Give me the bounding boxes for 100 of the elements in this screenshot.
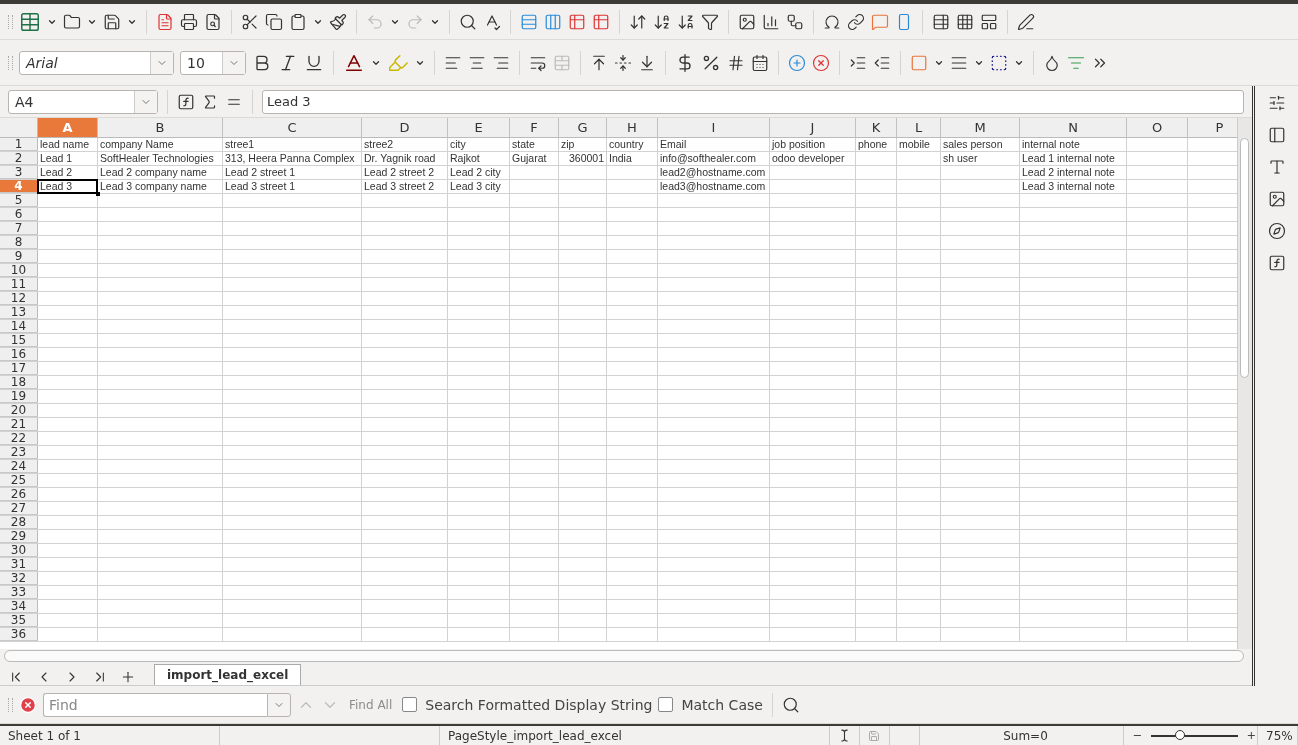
row-header[interactable]: 32 — [0, 572, 38, 585]
row-header[interactable]: 34 — [0, 600, 38, 613]
row-header[interactable]: 36 — [0, 628, 38, 641]
sort-descending-icon[interactable] — [677, 12, 695, 31]
align-top-icon[interactable] — [590, 53, 608, 72]
row-header[interactable]: 10 — [0, 264, 38, 277]
column-header[interactable]: H — [607, 118, 658, 138]
gallery-icon[interactable] — [1267, 190, 1286, 208]
row-header[interactable]: 13 — [0, 306, 38, 319]
row-header[interactable]: 29 — [0, 530, 38, 543]
search-icon[interactable] — [459, 12, 477, 31]
row-header[interactable]: 26 — [0, 488, 38, 501]
text-style-icon[interactable] — [1267, 158, 1286, 176]
row-header[interactable]: 35 — [0, 614, 38, 627]
row-header[interactable]: 25 — [0, 474, 38, 487]
align-bottom-icon[interactable] — [638, 53, 656, 72]
table-cell[interactable]: Lead 2 street 2 — [362, 166, 447, 179]
row-header[interactable]: 3 — [0, 166, 38, 179]
save-icon[interactable] — [103, 12, 121, 31]
column-header[interactable]: P — [1188, 118, 1237, 138]
table-cell[interactable]: mobile — [897, 138, 940, 151]
row-header[interactable]: 23 — [0, 446, 38, 459]
cut-icon[interactable] — [241, 12, 259, 31]
row-header[interactable]: 9 — [0, 250, 38, 263]
row-header[interactable]: 18 — [0, 376, 38, 389]
image-icon[interactable] — [738, 12, 756, 31]
link-icon[interactable] — [847, 12, 865, 31]
column-header[interactable]: D — [362, 118, 448, 138]
table-cell[interactable]: Lead 3 street 1 — [223, 180, 361, 193]
column-header[interactable]: K — [856, 118, 897, 138]
copy-icon[interactable] — [265, 12, 283, 31]
row-header[interactable]: 28 — [0, 516, 38, 529]
name-box-field[interactable]: A4 — [8, 89, 158, 114]
row-header[interactable]: 5 — [0, 194, 38, 207]
zoom-in-icon[interactable] — [1246, 730, 1257, 741]
filter-icon[interactable] — [701, 12, 719, 31]
fill-handle[interactable] — [96, 192, 100, 196]
column-header[interactable]: I — [658, 118, 770, 138]
column-header[interactable]: J — [770, 118, 856, 138]
row-header[interactable]: 16 — [0, 348, 38, 361]
column-header[interactable]: M — [941, 118, 1020, 138]
table-cell[interactable]: lead name — [38, 138, 97, 151]
pdf-export-icon[interactable] — [156, 12, 174, 31]
row-header[interactable]: 14 — [0, 320, 38, 333]
column-header[interactable]: L — [897, 118, 941, 138]
table-cell[interactable]: internal note — [1020, 138, 1126, 151]
folder-icon[interactable] — [63, 12, 81, 31]
selected-cell[interactable]: Lead 3 — [38, 180, 97, 193]
checkbox[interactable] — [658, 697, 674, 712]
table-cell[interactable]: Dr. Yagnik road — [362, 152, 447, 165]
column-header[interactable]: B — [98, 118, 223, 138]
table-cell[interactable]: Lead 1 — [38, 152, 97, 165]
table-preview-icon[interactable] — [932, 12, 950, 31]
table-cell[interactable]: Email — [658, 138, 769, 151]
table-cell[interactable]: India — [607, 152, 657, 165]
number-format-icon[interactable] — [727, 53, 745, 72]
checkbox[interactable] — [402, 697, 418, 712]
column-header[interactable]: C — [223, 118, 362, 138]
table-cell[interactable]: stree1 — [223, 138, 361, 151]
functions-icon[interactable] — [1267, 254, 1286, 272]
sort-ascending-icon[interactable] — [653, 12, 671, 31]
properties-icon[interactable] — [1267, 94, 1286, 112]
styles-icon[interactable] — [1267, 126, 1286, 144]
print-preview-icon[interactable] — [204, 12, 222, 31]
border-color-icon[interactable] — [990, 53, 1008, 72]
table-cell[interactable]: Lead 1 internal note — [1020, 152, 1126, 165]
table-cell[interactable]: zip — [559, 138, 606, 151]
table-cell[interactable]: Gujarat — [510, 152, 558, 165]
table-cell[interactable]: lead2@hostname.com — [658, 166, 769, 179]
table-cell[interactable]: SoftHealer Technologies — [98, 152, 222, 165]
insert-rows-icon[interactable] — [520, 12, 538, 31]
table-cell[interactable]: Lead 2 company name — [98, 166, 222, 179]
row-header[interactable]: 7 — [0, 222, 38, 235]
table-cell[interactable]: 313, Heera Panna Complex — [223, 152, 361, 165]
search-icon[interactable] — [781, 695, 800, 714]
table-cell[interactable]: Lead 3 company name — [98, 180, 222, 193]
table-cell[interactable]: 360001 — [559, 152, 606, 165]
row-header[interactable]: 20 — [0, 404, 38, 417]
table-cell[interactable]: info@softhealer.com — [658, 152, 769, 165]
vertical-scrollbar[interactable] — [1237, 118, 1252, 650]
add-sheet-icon[interactable] — [120, 669, 136, 685]
navigator-icon[interactable] — [1267, 222, 1286, 240]
chart-icon[interactable] — [762, 12, 780, 31]
row-header[interactable]: 2 — [0, 152, 38, 165]
comment-icon[interactable] — [871, 12, 889, 31]
row-header[interactable]: 30 — [0, 544, 38, 557]
table-cell[interactable]: Lead 2 city — [448, 166, 509, 179]
date-icon[interactable] — [751, 53, 769, 72]
paste-icon[interactable] — [289, 12, 307, 31]
find-field[interactable]: Find — [43, 692, 267, 717]
draw-icon[interactable] — [1017, 12, 1035, 31]
sort-icon[interactable] — [629, 12, 647, 31]
row-header[interactable]: 15 — [0, 334, 38, 347]
close-icon[interactable] — [19, 695, 37, 714]
merge-cells-icon[interactable] — [553, 53, 571, 72]
print-icon[interactable] — [180, 12, 198, 31]
row-header[interactable]: 17 — [0, 362, 38, 375]
spreadsheet-icon[interactable] — [19, 10, 41, 33]
horizontal-scrollbar[interactable] — [4, 650, 1244, 663]
row-header[interactable]: 21 — [0, 418, 38, 431]
